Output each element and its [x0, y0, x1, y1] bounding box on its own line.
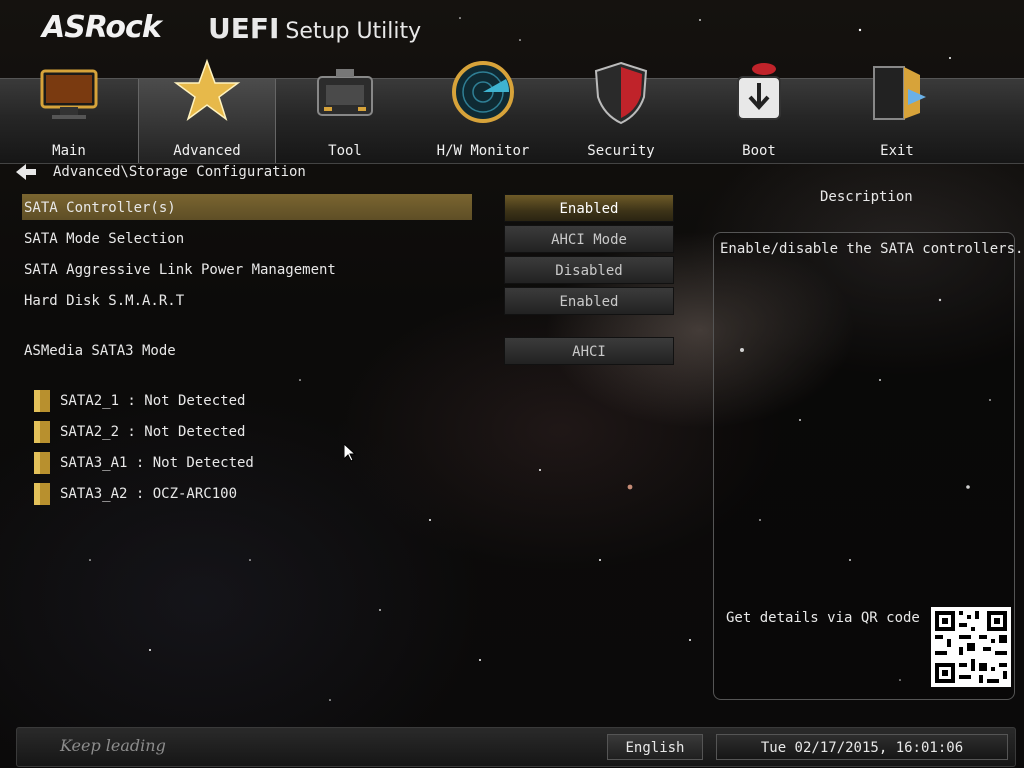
smart-value-button[interactable]: Enabled [504, 287, 674, 315]
disk-label: SATA3_A1 : Not Detected [60, 455, 254, 471]
tab-exit[interactable]: Exit [828, 66, 966, 163]
star-icon [173, 58, 241, 121]
tab-main[interactable]: Main [0, 69, 138, 163]
toolbox-icon [317, 69, 373, 116]
folder-icon [34, 421, 50, 443]
disk-label: SATA2_1 : Not Detected [60, 393, 246, 409]
main-nav: Main Advanced Tool H/W Monitor Security [0, 58, 1024, 164]
app-title-main: UEFI [208, 12, 280, 45]
shield-icon [594, 61, 648, 125]
tab-advanced[interactable]: Advanced [138, 58, 276, 163]
app-title: UEFI Setup Utility [208, 12, 421, 45]
breadcrumb: Advanced\Storage Configuration [53, 164, 306, 180]
monitor-icon [40, 69, 98, 119]
folder-icon [34, 452, 50, 474]
setting-label-sata-controllers[interactable]: SATA Controller(s) [24, 195, 176, 221]
link-power-value-button[interactable]: Disabled [504, 256, 674, 284]
datetime-display: Tue 02/17/2015, 16:01:06 [716, 734, 1008, 760]
back-arrow-icon[interactable] [16, 163, 36, 181]
disk-label: SATA3_A2 : OCZ-ARC100 [60, 486, 238, 502]
tab-boot-label: Boot [742, 143, 776, 159]
setting-label-link-power[interactable]: SATA Aggressive Link Power Management [24, 257, 336, 283]
tab-boot[interactable]: Boot [690, 63, 828, 163]
setting-label-smart[interactable]: Hard Disk S.M.A.R.T [24, 288, 184, 314]
tagline: Keep leading [60, 736, 166, 755]
app-title-sub: Setup Utility [285, 19, 422, 44]
folder-icon [34, 483, 50, 505]
tab-hw-monitor[interactable]: H/W Monitor [414, 61, 552, 163]
setting-label-sata-mode[interactable]: SATA Mode Selection [24, 226, 184, 252]
setting-label-asmedia-mode[interactable]: ASMedia SATA3 Mode [24, 338, 176, 364]
tab-security[interactable]: Security [552, 61, 690, 163]
qr-caption: Get details via QR code [726, 610, 920, 626]
asmedia-mode-value-button[interactable]: AHCI [504, 337, 674, 365]
description-text: Enable/disable the SATA controllers. [720, 241, 1024, 257]
exit-door-icon [873, 66, 926, 120]
qr-code-icon [931, 607, 1011, 687]
tab-hw-monitor-label: H/W Monitor [436, 143, 530, 159]
language-button[interactable]: English [607, 734, 703, 760]
tab-tool-label: Tool [328, 143, 362, 159]
tab-advanced-label: Advanced [173, 143, 241, 159]
boot-arrow-icon [737, 63, 781, 120]
mouse-cursor-icon [344, 444, 356, 462]
folder-icon [34, 390, 50, 412]
tab-security-label: Security [587, 143, 655, 159]
description-title: Description [820, 189, 913, 205]
tab-main-label: Main [52, 143, 86, 159]
sata-mode-value-button[interactable]: AHCI Mode [504, 225, 674, 253]
disk-label: SATA2_2 : Not Detected [60, 424, 246, 440]
asrock-logo: ASRock [42, 10, 162, 45]
tab-exit-label: Exit [880, 143, 914, 159]
sata-controllers-value-button[interactable]: Enabled [504, 194, 674, 222]
tab-tool[interactable]: Tool [276, 69, 414, 163]
radar-icon [452, 61, 514, 123]
